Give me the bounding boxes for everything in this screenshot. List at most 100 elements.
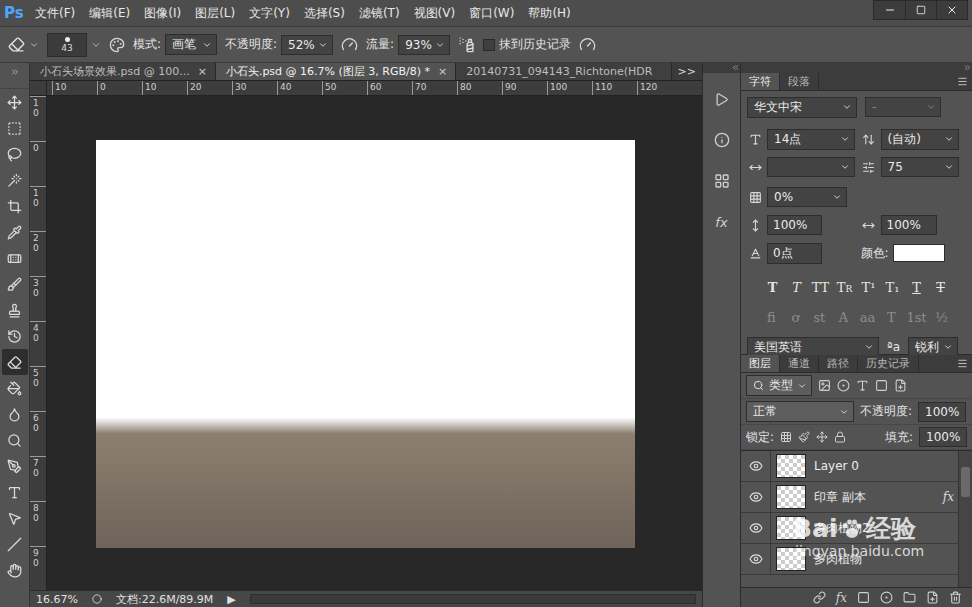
tool-button[interactable] <box>2 531 28 557</box>
visibility-toggle[interactable] <box>741 482 771 512</box>
airbrush-icon[interactable] <box>458 36 475 53</box>
panel-tab[interactable]: 路径 <box>819 355 858 372</box>
document-tab[interactable]: 小石头.psd @ 16.7% (图层 3, RGB/8) *× <box>216 63 456 80</box>
menu-item[interactable]: 视图(V) <box>413 3 457 24</box>
delete-layer-icon[interactable] <box>949 591 962 604</box>
document-tab[interactable]: 20140731_094143_Richtone(HDR <box>456 63 671 80</box>
opentype-button[interactable]: fi <box>762 310 780 325</box>
menu-item[interactable]: 窗口(W) <box>468 3 515 24</box>
panel-tab[interactable]: 图层 <box>741 355 780 372</box>
filter-pixel-button[interactable] <box>818 379 831 392</box>
opacity-select[interactable]: 52% <box>281 35 333 55</box>
opentype-button[interactable]: A <box>834 310 852 325</box>
type-style-button[interactable]: Tr <box>836 280 854 295</box>
tool-button[interactable] <box>2 401 28 427</box>
layers-scrollbar[interactable] <box>958 451 972 587</box>
baseline-input[interactable]: 0点 <box>767 243 822 264</box>
blend-mode-select[interactable]: 正常 <box>746 401 854 422</box>
menu-item[interactable]: 编辑(E) <box>88 3 131 24</box>
tool-button[interactable] <box>2 115 28 141</box>
lock-position-button[interactable] <box>816 431 828 443</box>
kerning-select[interactable] <box>767 157 855 177</box>
panel-menu-button[interactable] <box>957 355 972 372</box>
tool-button[interactable] <box>2 349 28 375</box>
tool-button[interactable] <box>2 219 28 245</box>
pressure-opacity-icon[interactable] <box>341 36 358 53</box>
panel-tab[interactable]: 通道 <box>780 355 819 372</box>
layer-row[interactable]: Layer 0 <box>741 451 958 482</box>
document-image[interactable] <box>96 140 635 548</box>
menu-item[interactable]: 图像(I) <box>143 3 182 24</box>
erase-history-checkbox[interactable] <box>483 39 495 51</box>
layer-row[interactable]: 多肉植物2 <box>741 513 958 544</box>
info-button[interactable] <box>708 126 736 154</box>
actions-button[interactable] <box>708 85 736 113</box>
lock-transparent-button[interactable] <box>780 431 792 443</box>
link-layers-icon[interactable] <box>813 591 826 604</box>
tool-preset-picker[interactable] <box>8 36 39 53</box>
horizontal-scale-input[interactable]: 100% <box>881 215 937 235</box>
mode-select[interactable]: 画笔 <box>165 34 217 55</box>
type-style-button[interactable]: T <box>788 280 806 295</box>
opentype-button[interactable]: T <box>882 310 900 325</box>
scroll-thumb[interactable] <box>961 467 970 497</box>
tool-button[interactable] <box>2 323 28 349</box>
tool-button[interactable] <box>2 89 28 115</box>
layer-row[interactable]: 印章 副本fx <box>741 482 958 513</box>
font-size-select[interactable]: 14点 <box>767 129 855 150</box>
tool-button[interactable] <box>2 427 28 453</box>
filter-type-button[interactable] <box>856 379 869 392</box>
filter-adjust-button[interactable] <box>837 379 850 392</box>
panel-menu-button[interactable] <box>957 73 972 90</box>
tool-button[interactable] <box>2 167 28 193</box>
layer-filter-select[interactable]: 类型 <box>746 375 812 396</box>
tool-button[interactable] <box>2 557 28 583</box>
type-style-button[interactable]: T₁ <box>884 280 902 295</box>
minimize-button[interactable] <box>874 1 905 19</box>
tool-button[interactable] <box>2 297 28 323</box>
menu-item[interactable]: 选择(S) <box>303 3 346 24</box>
restore-button[interactable] <box>905 1 936 19</box>
group-icon[interactable] <box>903 591 916 604</box>
fill-select[interactable]: 100% <box>919 427 967 447</box>
close-button[interactable] <box>936 1 967 19</box>
visibility-toggle[interactable] <box>741 451 771 481</box>
menu-item[interactable]: 文件(F) <box>34 3 76 24</box>
tool-button[interactable] <box>2 245 28 271</box>
panel-tab[interactable]: 段落 <box>780 73 819 90</box>
add-mask-icon[interactable] <box>857 591 870 604</box>
type-style-button[interactable]: TT <box>812 280 830 295</box>
navigator-button[interactable] <box>708 167 736 195</box>
type-style-button[interactable]: T¹ <box>860 280 878 295</box>
font-family-select[interactable]: 华文中宋 <box>747 97 857 118</box>
pressure-size-icon[interactable] <box>579 36 596 53</box>
tool-button[interactable] <box>2 141 28 167</box>
brush-panel-icon[interactable] <box>109 37 125 53</box>
tool-button[interactable] <box>2 505 28 531</box>
panel-tab[interactable]: 字符 <box>741 73 780 90</box>
menu-item[interactable]: 图层(L) <box>194 3 236 24</box>
horizontal-scrollbar[interactable] <box>250 594 696 604</box>
lock-all-button[interactable] <box>834 431 846 443</box>
styles-button[interactable]: fx <box>708 208 736 236</box>
tabs-overflow[interactable]: >> <box>672 63 702 80</box>
new-layer-icon[interactable] <box>926 591 939 604</box>
filter-shape-button[interactable] <box>875 379 888 392</box>
tracking-select[interactable]: 75 <box>881 157 959 177</box>
tool-button[interactable] <box>2 479 28 505</box>
tab-close-button[interactable]: × <box>198 65 207 78</box>
visibility-toggle[interactable] <box>741 544 771 574</box>
tsume-select[interactable]: 0% <box>767 187 847 207</box>
type-style-button[interactable]: T <box>908 280 926 295</box>
vertical-scale-input[interactable]: 100% <box>767 215 822 235</box>
opentype-button[interactable]: aa <box>858 310 876 325</box>
panel-tab[interactable]: 历史记录 <box>858 355 919 372</box>
layer-row[interactable]: 多肉植物 <box>741 544 958 575</box>
flow-select[interactable]: 93% <box>398 35 450 55</box>
tool-button[interactable] <box>2 193 28 219</box>
opentype-button[interactable]: ½ <box>933 310 951 325</box>
type-style-button[interactable]: T <box>764 280 782 295</box>
visibility-toggle[interactable] <box>741 513 771 543</box>
status-menu-button[interactable]: ▶ <box>227 593 235 606</box>
opentype-button[interactable]: st <box>810 310 828 325</box>
